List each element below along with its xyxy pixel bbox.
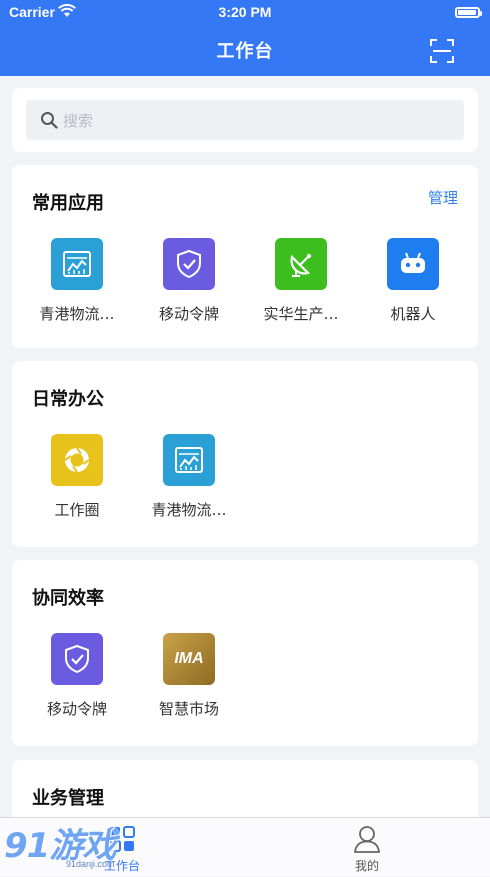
clock: 3:20 PM (218, 4, 272, 20)
app-mobile-token[interactable]: 移动令牌 (21, 633, 133, 719)
tab-label: 工作台 (103, 859, 140, 873)
app-label: 移动令牌 (158, 305, 219, 323)
tab-workbench[interactable]: 工作台 (62, 818, 182, 877)
search-card: 搜索 (12, 88, 478, 152)
app-label: 青港物流… (39, 305, 115, 323)
chart-icon (163, 434, 215, 486)
section-title: 日常办公 (32, 389, 104, 410)
tab-bar: 工作台 我的 (0, 817, 490, 876)
shield-icon (51, 633, 103, 685)
section-title: 常用应用 (32, 193, 104, 214)
search-input[interactable]: 搜索 (26, 100, 464, 140)
app-mobile-token[interactable]: 移动令牌 (133, 238, 245, 324)
app-label: 青港物流… (151, 501, 227, 519)
tab-label: 我的 (354, 859, 379, 873)
chart-icon (51, 238, 103, 290)
search-icon (41, 112, 58, 129)
satellite-icon (275, 238, 327, 290)
app-qinggang-logistics[interactable]: 青港物流… (133, 434, 245, 520)
app-label: 移动令牌 (46, 700, 107, 718)
manage-link[interactable]: 管理 (428, 187, 458, 208)
page-title: 工作台 (216, 41, 274, 62)
ima-icon: IMA (163, 633, 215, 685)
app-label: 工作圈 (54, 501, 100, 519)
ima-logo-text: IMA (174, 650, 204, 667)
battery-icon (455, 7, 482, 18)
nav-bar: 工作台 (0, 26, 490, 76)
circle-icon (51, 434, 103, 486)
app-robot[interactable]: 机器人 (357, 238, 469, 324)
section-title: 协同效率 (32, 588, 104, 609)
section-daily-office: 日常办公 工作圈 青港物流… (12, 361, 478, 547)
app-smart-market[interactable]: IMA 智慧市场 (133, 633, 245, 719)
user-icon (353, 826, 381, 853)
section-common-apps: 常用应用 管理 青港物流… 移动令牌 实华生产… 机器人 (12, 165, 478, 348)
robot-icon (387, 238, 439, 290)
search-placeholder: 搜索 (63, 112, 94, 130)
scan-icon[interactable] (430, 39, 454, 63)
tab-mine[interactable]: 我的 (307, 818, 427, 877)
app-label: 机器人 (390, 305, 436, 323)
status-bar: Carrier 3:20 PM (0, 0, 490, 26)
app-label: 实华生产… (263, 305, 339, 323)
app-qinggang-logistics[interactable]: 青港物流… (21, 238, 133, 324)
workbench-icon (109, 826, 135, 852)
app-work-circle[interactable]: 工作圈 (21, 434, 133, 520)
section-title: 业务管理 (32, 788, 104, 809)
section-collaboration: 协同效率 移动令牌 IMA 智慧市场 (12, 560, 478, 746)
app-label: 智慧市场 (158, 700, 219, 718)
shield-icon (163, 238, 215, 290)
app-shihua-production[interactable]: 实华生产… (245, 238, 357, 324)
